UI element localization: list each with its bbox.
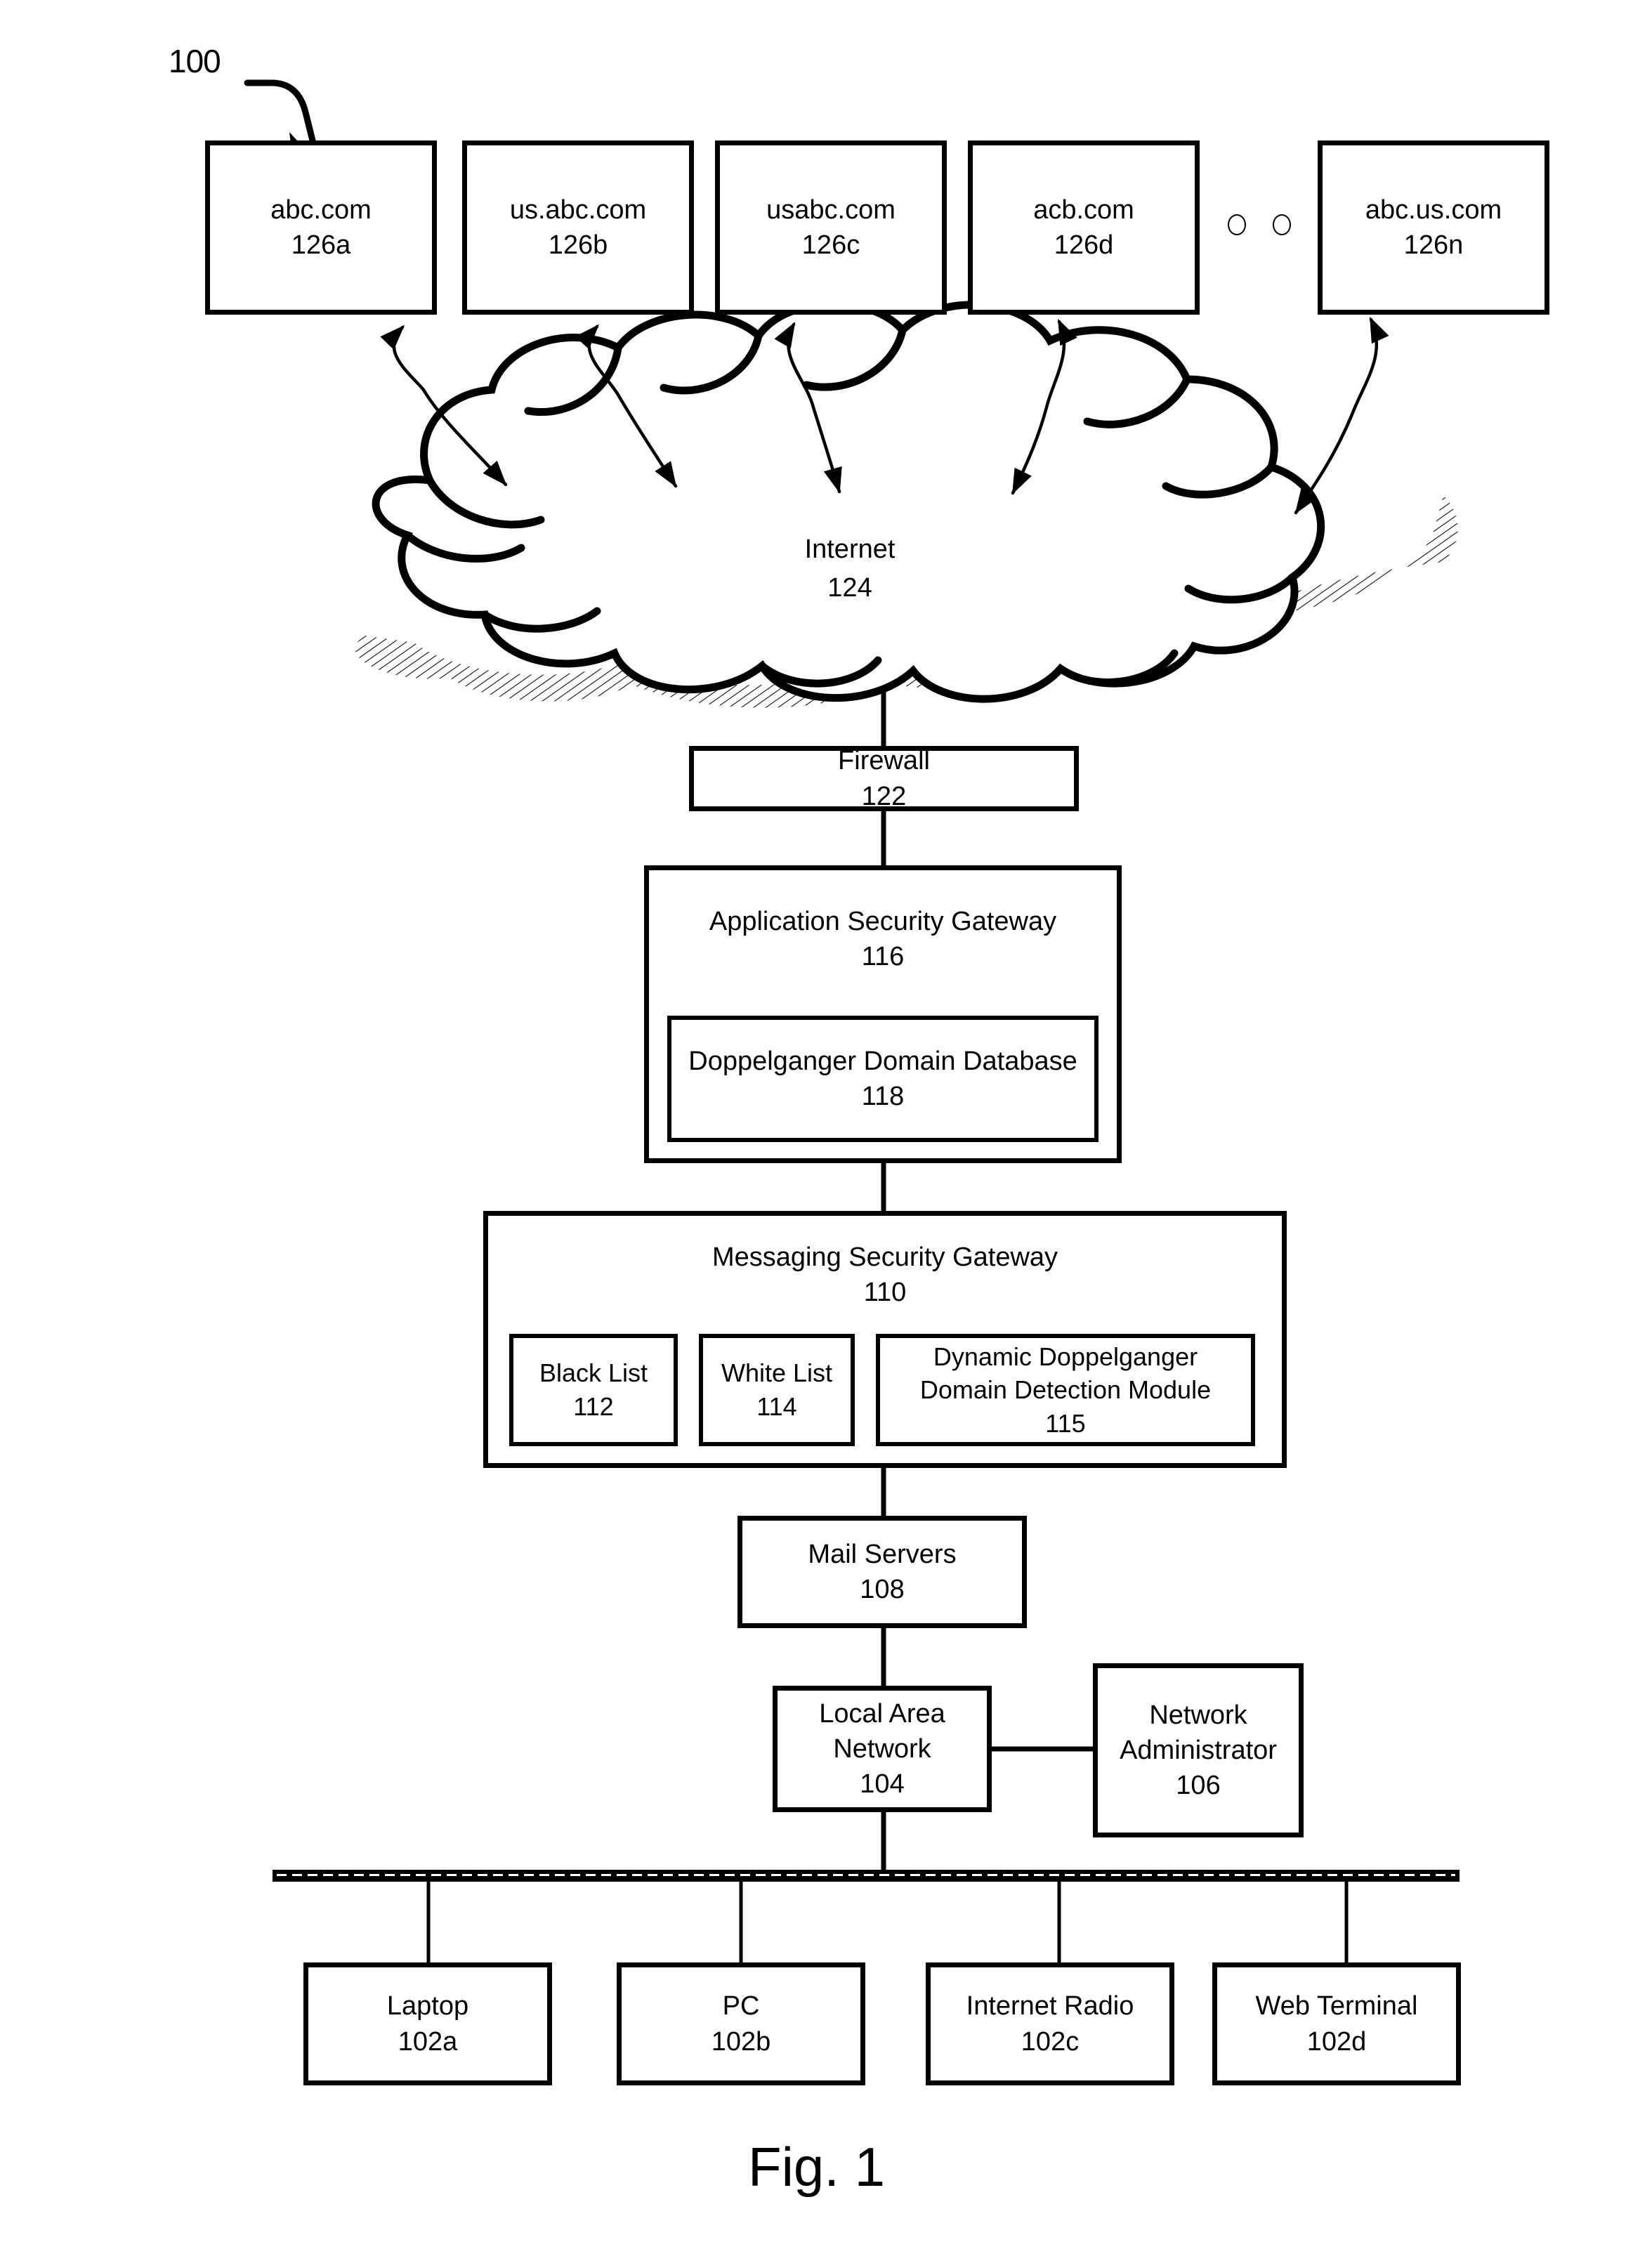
- mail-servers-name: Mail Servers: [808, 1539, 957, 1569]
- domain-name: us.abc.com: [509, 195, 647, 225]
- firewall-box[interactable]: Firewall 122: [689, 746, 1079, 811]
- domain-box-126n[interactable]: abc.us.com 126n: [1318, 140, 1549, 315]
- white-list-name: White List: [721, 1358, 833, 1388]
- ddd-ref: 118: [861, 1082, 905, 1111]
- black-list-ref: 112: [573, 1392, 614, 1421]
- domain-ref: 126n: [1403, 230, 1464, 260]
- client-box-internet-radio[interactable]: Internet Radio 102c: [926, 1962, 1174, 2085]
- white-list-ref: 114: [756, 1392, 797, 1421]
- msg-ref: 110: [863, 1278, 907, 1308]
- mail-servers-box[interactable]: Mail Servers 108: [737, 1516, 1027, 1628]
- bus-bar-dashes: [277, 1874, 1455, 1876]
- client-box-pc[interactable]: PC 102b: [617, 1962, 865, 2085]
- dddm-name-line2: Domain Detection Module: [919, 1375, 1212, 1405]
- doppelganger-domain-database-box[interactable]: Doppelganger Domain Database 118: [667, 1016, 1098, 1142]
- asg-ref: 116: [861, 942, 905, 972]
- domain-box-126b[interactable]: us.abc.com 126b: [462, 140, 694, 315]
- cloud-name: Internet: [804, 535, 896, 564]
- internet-cloud-label: Internet 124: [716, 530, 983, 608]
- domain-ref: 126b: [548, 230, 608, 260]
- dynamic-doppelganger-domain-detection-module-box[interactable]: Dynamic Doppelganger Domain Detection Mo…: [876, 1334, 1255, 1446]
- client-ref: 102d: [1306, 2026, 1367, 2057]
- network-bus-bar: [273, 1870, 1460, 1882]
- asg-name: Application Security Gateway: [709, 907, 1057, 936]
- firewall-ref: 122: [861, 781, 907, 811]
- msg-name: Messaging Security Gateway: [711, 1243, 1058, 1272]
- ellipsis-dot-2: [1273, 214, 1291, 235]
- firewall-name: Firewall: [838, 746, 930, 776]
- domain-ref: 126a: [291, 230, 351, 260]
- cloud-ref: 124: [827, 573, 872, 603]
- client-name: Web Terminal: [1255, 1991, 1418, 2021]
- domain-name: abc.us.com: [1365, 195, 1502, 225]
- client-ref: 102b: [711, 2026, 771, 2057]
- client-box-web-terminal[interactable]: Web Terminal 102d: [1212, 1962, 1461, 2085]
- netadmin-name-line2: Administrator: [1120, 1735, 1277, 1765]
- internet-cloud-shape: [372, 300, 1325, 703]
- domain-ref: 126d: [1054, 230, 1114, 260]
- lan-ref: 104: [860, 1769, 905, 1800]
- network-administrator-box[interactable]: Network Administrator 106: [1093, 1663, 1304, 1837]
- client-drop-lines: [426, 1881, 1349, 1962]
- mail-servers-ref: 108: [860, 1575, 905, 1604]
- application-security-gateway-box[interactable]: Application Security Gateway 116 Doppelg…: [644, 865, 1122, 1163]
- reference-numeral-100: 100: [169, 43, 221, 79]
- black-list-name: Black List: [539, 1358, 648, 1388]
- netadmin-name-line1: Network: [1149, 1700, 1247, 1730]
- messaging-security-gateway-box[interactable]: Messaging Security Gateway 110 Black Lis…: [483, 1211, 1287, 1468]
- patent-figure-1: 100 abc.com 126a us.abc.com 126b usabc.c…: [0, 0, 1633, 2268]
- domain-ref: 126c: [801, 230, 860, 260]
- client-ref: 102c: [1021, 2026, 1080, 2057]
- client-box-laptop[interactable]: Laptop 102a: [303, 1962, 552, 2085]
- lan-name-line2: Network: [833, 1733, 931, 1764]
- domain-name: abc.com: [270, 195, 372, 225]
- white-list-box[interactable]: White List 114: [699, 1334, 855, 1446]
- domain-box-126d[interactable]: acb.com 126d: [968, 140, 1200, 315]
- ellipsis-dot-1: [1228, 214, 1246, 235]
- black-list-box[interactable]: Black List 112: [509, 1334, 678, 1446]
- domain-name: acb.com: [1033, 195, 1134, 225]
- domain-box-126a[interactable]: abc.com 126a: [205, 140, 437, 315]
- domain-box-126c[interactable]: usabc.com 126c: [715, 140, 947, 315]
- dddm-name-line1: Dynamic Doppelganger: [933, 1342, 1198, 1371]
- figure-caption: Fig. 1: [747, 2136, 886, 2198]
- client-name: Internet Radio: [966, 1991, 1134, 2021]
- lan-name-line1: Local Area: [819, 1698, 945, 1729]
- domain-name: usabc.com: [766, 195, 896, 225]
- local-area-network-box[interactable]: Local Area Network 104: [773, 1686, 992, 1812]
- netadmin-ref: 106: [1176, 1771, 1221, 1801]
- client-name: PC: [722, 1991, 760, 2021]
- dddm-ref: 115: [1045, 1408, 1086, 1438]
- client-ref: 102a: [398, 2026, 458, 2057]
- client-name: Laptop: [386, 1991, 469, 2021]
- ddd-name: Doppelganger Domain Database: [688, 1046, 1077, 1076]
